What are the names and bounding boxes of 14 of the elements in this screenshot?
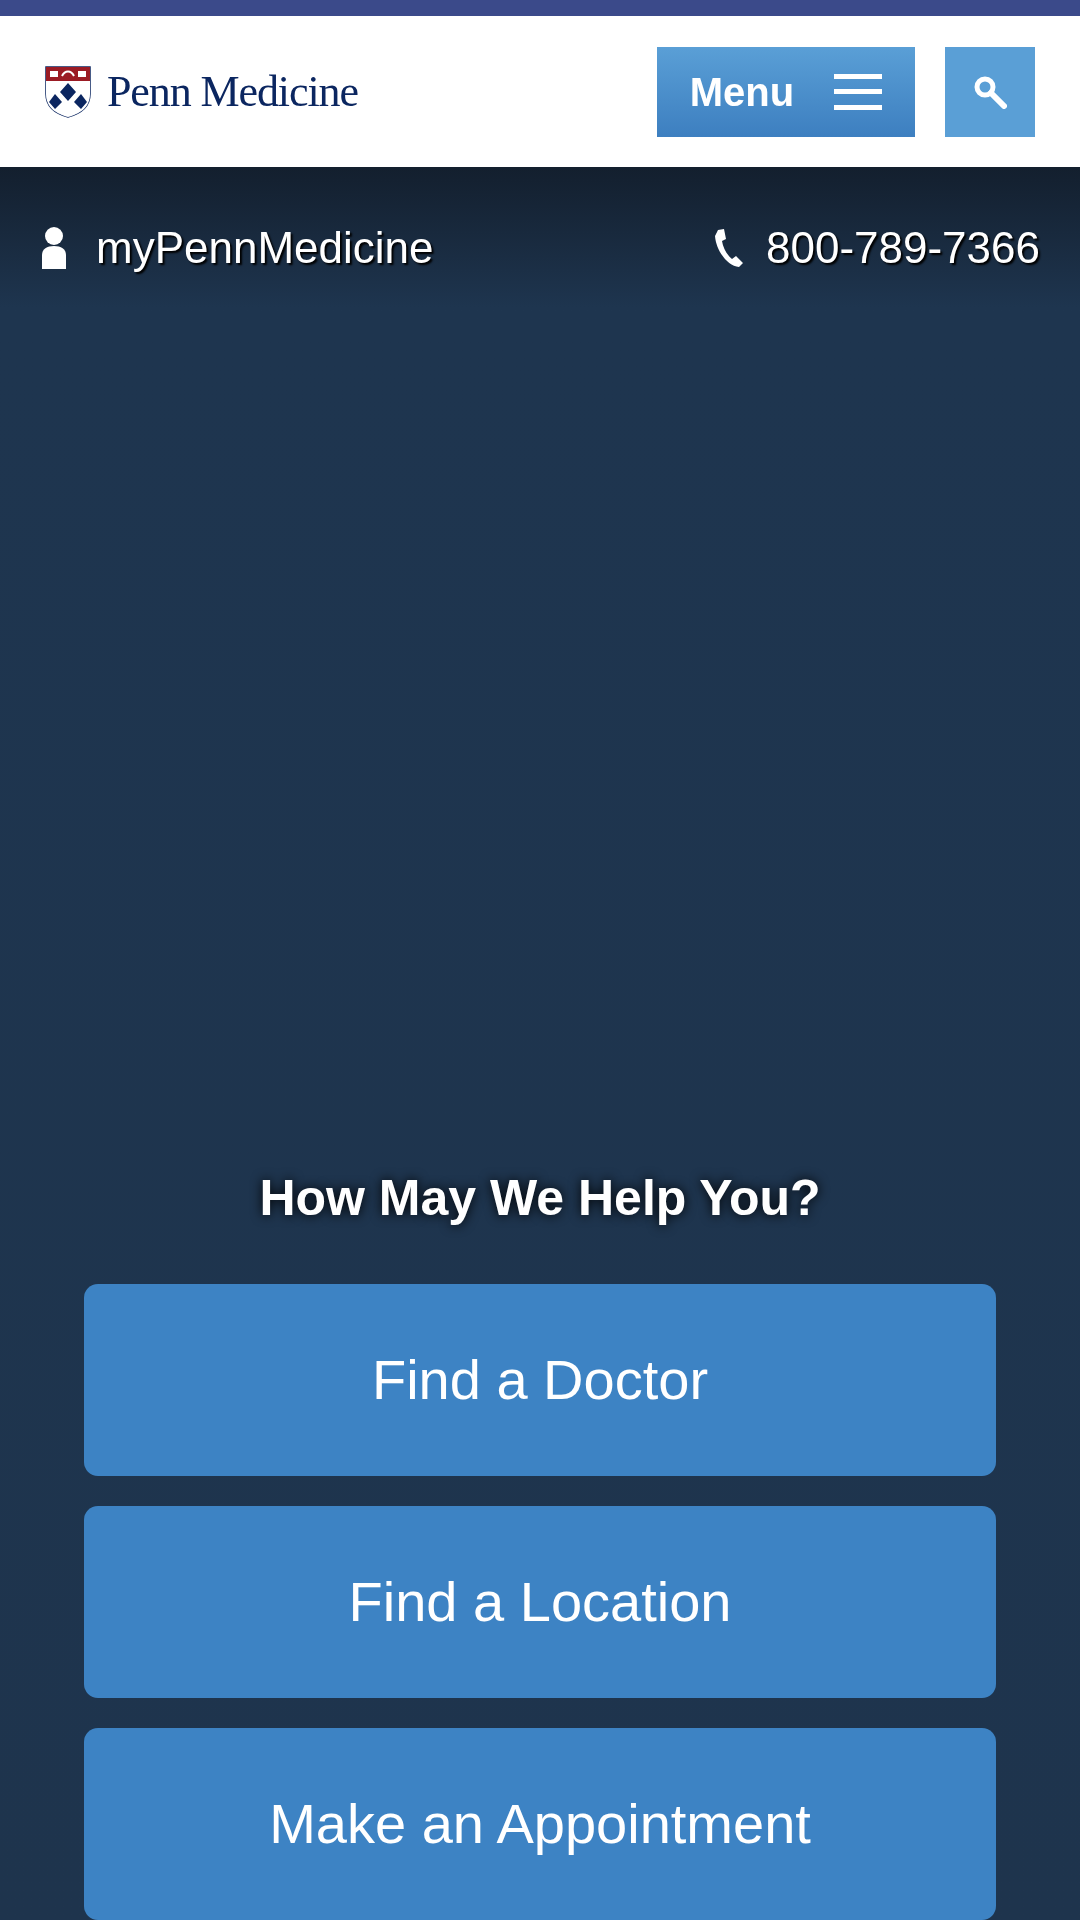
search-icon	[973, 74, 1007, 109]
logo-wordmark[interactable]: Penn Medicine	[107, 58, 358, 125]
person-icon	[40, 227, 68, 269]
phone-icon	[712, 228, 744, 268]
shield-logo-icon	[45, 65, 91, 118]
action-button[interactable]: Find a Location	[84, 1506, 996, 1698]
action-button[interactable]: Find a Doctor	[84, 1284, 996, 1476]
phone-link[interactable]: 800-789-7366	[712, 215, 1040, 281]
account-link[interactable]: myPennMedicine	[40, 215, 434, 281]
menu-button[interactable]: Menu	[657, 46, 915, 137]
menu-icon	[834, 73, 883, 110]
help-heading: How May We Help You?	[258, 1169, 822, 1228]
search-button[interactable]	[945, 46, 1035, 137]
action-button[interactable]: Make an Appointment	[84, 1728, 996, 1920]
